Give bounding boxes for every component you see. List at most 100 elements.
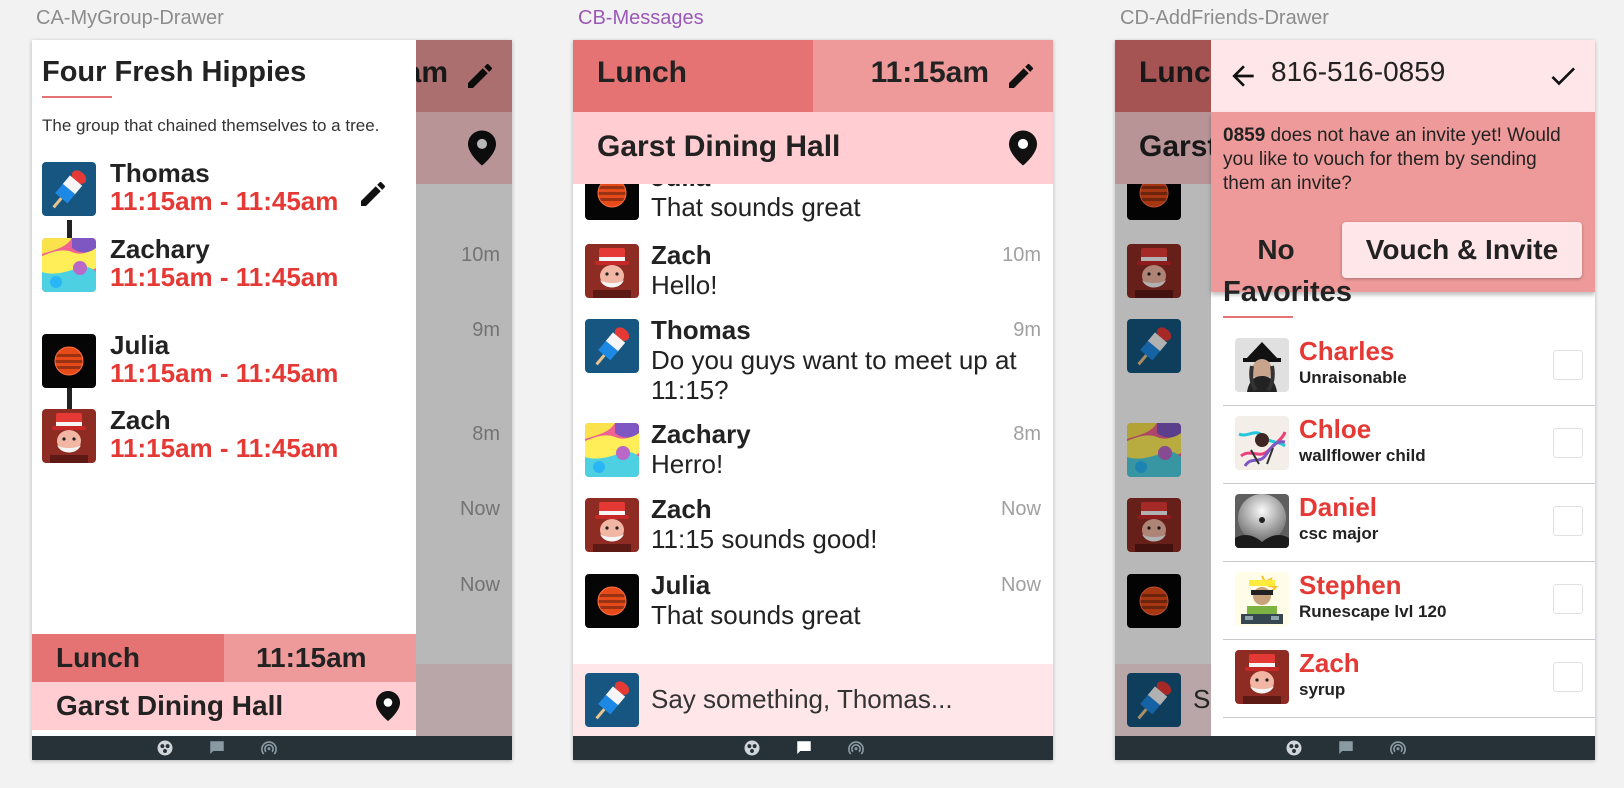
member-row[interactable]: Julia 11:15am - 11:45am <box>32 330 416 402</box>
message-time: 9m <box>1013 319 1041 341</box>
no-button[interactable]: No <box>1231 222 1321 278</box>
vouch-invite-button[interactable]: Vouch & Invite <box>1342 222 1582 278</box>
friend-checkbox[interactable] <box>1553 662 1583 692</box>
group-description: The group that chained themselves to a t… <box>42 116 380 135</box>
title-underline <box>42 96 112 98</box>
avatar-zach <box>585 498 639 552</box>
phone-number-input[interactable]: 816-516-0859 <box>1271 56 1445 88</box>
invite-message: 0859 does not have an invite yet! Would … <box>1223 124 1583 196</box>
message-list[interactable]: Julia That sounds great Zach 10m Hello! … <box>573 184 1053 664</box>
avatar-julia <box>585 184 639 220</box>
avatar-thomas <box>585 319 639 373</box>
message-row: Thomas 9m Do you guys want to meet up at… <box>573 311 1053 415</box>
location-bar[interactable]: Garst Dining Hall <box>573 112 1053 184</box>
friend-status: syrup <box>1299 680 1346 699</box>
member-time: 11:15am - 11:45am <box>110 358 339 388</box>
message-row: Julia Now That sounds great <box>573 566 1053 644</box>
message-time: 8m <box>1013 423 1041 445</box>
friend-status: wallflower child <box>1299 446 1426 465</box>
member-name: Thomas <box>110 158 210 188</box>
location-name: Garst Dining Hall <box>597 130 841 163</box>
frame-title-b: CB-Messages <box>578 7 704 29</box>
tab-bar <box>573 736 1053 760</box>
edit-pencil-icon[interactable] <box>1005 60 1037 92</box>
friend-name: Stephen <box>1299 570 1402 600</box>
member-name: Julia <box>110 330 170 360</box>
avatar-zachary <box>585 423 639 477</box>
group-icon[interactable] <box>156 739 174 757</box>
message-text: Herro! <box>651 449 724 479</box>
event-location[interactable]: Garst Dining Hall <box>32 682 416 730</box>
friend-row[interactable]: Stephen Runescape lvl 120 <box>1223 562 1595 640</box>
radar-icon[interactable] <box>260 739 278 757</box>
group-icon[interactable] <box>1285 739 1303 757</box>
avatar-zach <box>1235 650 1289 704</box>
location-pin-icon[interactable] <box>1009 130 1037 166</box>
back-arrow-icon[interactable] <box>1227 60 1259 92</box>
message-input[interactable]: Say something, Thomas... <box>651 684 953 715</box>
avatar-thomas <box>585 673 639 727</box>
friend-status: csc major <box>1299 524 1379 543</box>
tab-bar <box>32 736 512 760</box>
group-drawer: Four Fresh Hippies The group that chaine… <box>32 40 416 760</box>
friend-row[interactable]: Charles Unraisonable <box>1223 328 1595 406</box>
friend-row[interactable]: Zach syrup <box>1223 640 1595 718</box>
message-sender: Zach <box>651 240 712 270</box>
message-text: That sounds great <box>651 192 861 222</box>
friend-checkbox[interactable] <box>1553 584 1583 614</box>
member-row[interactable]: Zach 11:15am - 11:45am <box>32 405 416 477</box>
message-text: 11:15 sounds good! <box>651 524 878 554</box>
add-friends-drawer: 816-516-0859 0859 does not have an invit… <box>1211 40 1595 760</box>
frame-add-friends-drawer: Lunc Garst Sa 816-516-0859 0859 does not… <box>1115 40 1595 760</box>
radar-icon[interactable] <box>847 739 865 757</box>
friend-row[interactable]: Chloe wallflower child <box>1223 406 1595 484</box>
friend-checkbox[interactable] <box>1553 350 1583 380</box>
member-row[interactable]: Thomas 11:15am - 11:45am <box>32 158 416 230</box>
frame-title-a: CA-MyGroup-Drawer <box>36 7 224 29</box>
chat-header: Lunch 11:15am <box>573 40 1053 112</box>
member-name: Zachary <box>110 234 210 264</box>
message-time: Now <box>1000 574 1041 596</box>
avatar-daniel <box>1235 494 1289 548</box>
message-row: Zach 10m Hello! <box>573 236 1053 314</box>
chat-icon[interactable] <box>208 739 226 757</box>
compose-bar[interactable]: Say something, Thomas... <box>573 664 1053 736</box>
radar-icon[interactable] <box>1389 739 1407 757</box>
chat-icon[interactable] <box>795 739 813 757</box>
avatar-chloe <box>1235 416 1289 470</box>
avatar-julia <box>42 334 96 388</box>
message-sender: Zachary <box>651 419 751 449</box>
friend-name: Zach <box>1299 648 1360 678</box>
friend-row[interactable]: Daniel csc major <box>1223 484 1595 562</box>
message-row: Zach Now 11:15 sounds good! <box>573 490 1053 568</box>
friend-name: Daniel <box>1299 492 1378 522</box>
member-name: Zach <box>110 405 171 435</box>
frame-title-c: CD-AddFriends-Drawer <box>1120 7 1329 29</box>
event-time: 11:15am <box>870 56 989 89</box>
event-footer[interactable]: Lunch 11:15am <box>32 634 416 682</box>
message-sender: Zach <box>651 494 712 524</box>
avatar-charles <box>1235 338 1289 392</box>
edit-time-pencil-icon[interactable] <box>357 178 389 210</box>
event-name: Lunch <box>597 56 687 89</box>
member-time: 11:15am - 11:45am <box>110 186 339 216</box>
member-row[interactable]: Zachary 11:15am - 11:45am <box>32 234 416 306</box>
message-time: Now <box>1000 498 1041 520</box>
message-text: Do you guys want to meet up at 11:15? <box>651 345 1017 405</box>
group-name: Four Fresh Hippies <box>42 56 307 88</box>
friend-status: Unraisonable <box>1299 368 1407 387</box>
confirm-check-icon[interactable] <box>1547 60 1579 92</box>
message-row: Julia That sounds great <box>573 184 1053 236</box>
invite-number: 0859 <box>1223 125 1266 146</box>
message-time: 10m <box>1002 244 1041 266</box>
invite-prompt: 0859 does not have an invite yet! Would … <box>1211 112 1595 292</box>
avatar-julia <box>585 574 639 628</box>
location-pin-icon[interactable] <box>376 690 400 722</box>
frame-my-group-drawer: am 10m 9mup at 8m Now Now Four Fresh Hip… <box>32 40 512 760</box>
avatar-stephen <box>1235 572 1289 626</box>
friend-checkbox[interactable] <box>1553 506 1583 536</box>
friend-checkbox[interactable] <box>1553 428 1583 458</box>
chat-icon[interactable] <box>1337 739 1355 757</box>
group-icon[interactable] <box>743 739 761 757</box>
avatar-zach <box>585 244 639 298</box>
